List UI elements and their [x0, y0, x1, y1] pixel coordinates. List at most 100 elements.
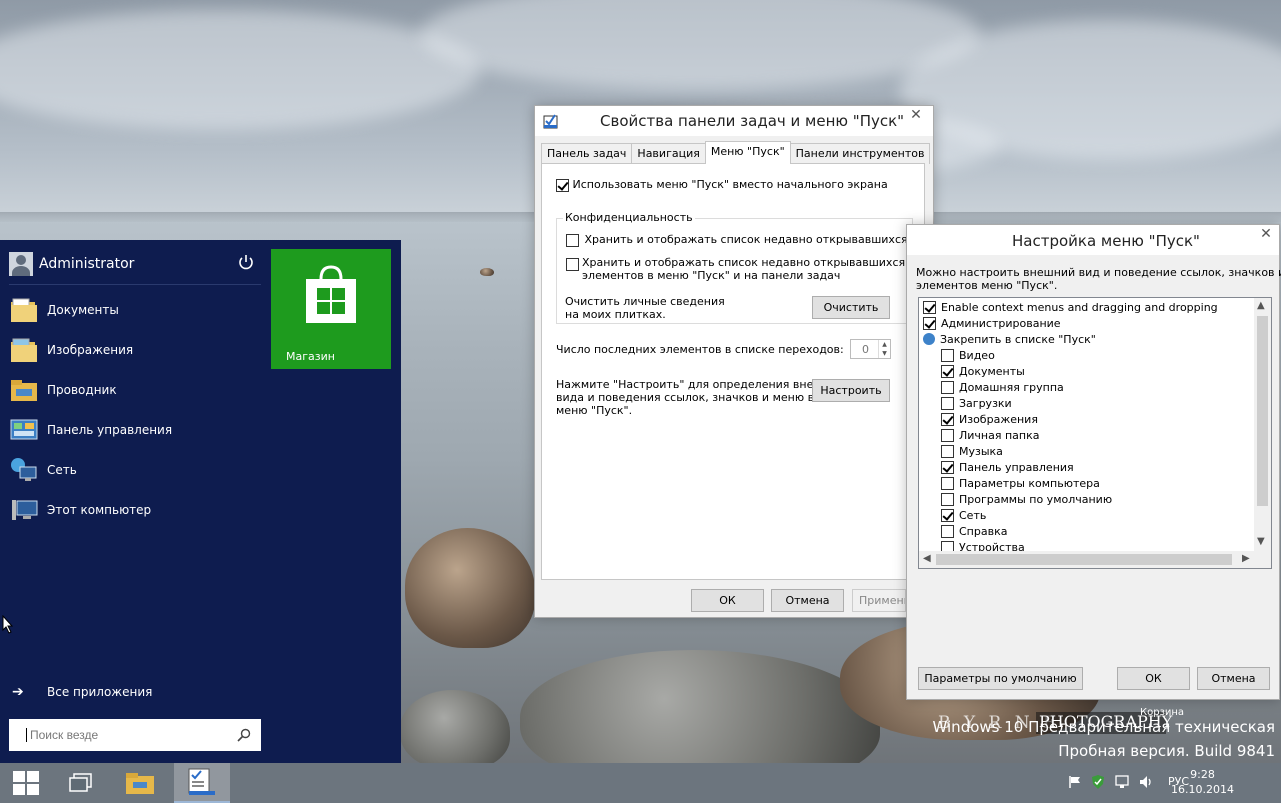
customize-list-checkbox[interactable]: [941, 508, 954, 522]
action-center-flag-icon[interactable]: [1068, 775, 1082, 789]
customize-list-item[interactable]: Enable context menus and dragging and dr…: [923, 299, 1218, 315]
apply-button[interactable]: Применить: [852, 589, 906, 612]
search-box[interactable]: [9, 719, 261, 751]
close-icon[interactable]: ✕: [1253, 225, 1279, 245]
use-start-menu-checkbox[interactable]: [556, 178, 569, 192]
store-tile[interactable]: Магазин: [271, 249, 391, 369]
customize-list-item[interactable]: Сеть: [941, 507, 986, 523]
control-panel-icon: [10, 419, 38, 440]
clock[interactable]: 9:28 16.10.2014: [1171, 767, 1234, 797]
horizontal-scrollbar[interactable]: ◀ ▶: [919, 551, 1271, 568]
start-item-pictures[interactable]: Изображения: [9, 330, 261, 370]
start-item-control-panel[interactable]: Панель управления: [9, 410, 261, 450]
user-account[interactable]: Administrator: [9, 249, 261, 279]
tab-navigation[interactable]: Навигация: [631, 143, 706, 164]
customize-list-item[interactable]: Справка: [941, 523, 1007, 539]
tab-taskbar[interactable]: Панель задач: [541, 143, 633, 164]
start-item-explorer[interactable]: Проводник: [9, 370, 261, 410]
customize-list-checkbox[interactable]: [941, 364, 954, 378]
start-item-label: Сеть: [47, 463, 77, 477]
vertical-scroll-thumb[interactable]: [1257, 316, 1268, 506]
customize-list-item[interactable]: Администрирование: [923, 315, 1061, 331]
customize-list-item[interactable]: Личная папка: [941, 427, 1039, 443]
ok-button[interactable]: ОК: [691, 589, 764, 612]
start-item-this-pc[interactable]: Этот компьютер: [9, 490, 261, 530]
search-input[interactable]: [26, 728, 226, 742]
horizontal-scroll-thumb[interactable]: [936, 554, 1232, 565]
customize-list-item[interactable]: Изображения: [941, 411, 1038, 427]
customize-list-label: Справка: [959, 524, 1008, 538]
customize-list-checkbox[interactable]: [923, 316, 936, 330]
customize-list-label: Параметры компьютера: [959, 476, 1100, 490]
ok-button[interactable]: ОК: [1117, 667, 1190, 690]
customize-list-checkbox[interactable]: [923, 300, 936, 314]
privacy-option-1[interactable]: Хранить и отображать список недавно откр…: [566, 233, 908, 247]
customize-button[interactable]: Настроить: [812, 379, 890, 402]
privacy-option-2-checkbox[interactable]: [566, 257, 579, 271]
task-view-button[interactable]: [52, 763, 108, 803]
cancel-button[interactable]: Отмена: [771, 589, 844, 612]
customize-list-checkbox[interactable]: [941, 396, 954, 410]
customize-options-list[interactable]: Enable context menus and dragging and dr…: [918, 297, 1272, 569]
customize-list-item[interactable]: Видео: [941, 347, 995, 363]
customize-list-label: Программы по умолчанию: [959, 492, 1113, 506]
customize-list-checkbox[interactable]: [941, 476, 954, 490]
clear-button[interactable]: Очистить: [812, 296, 890, 319]
customize-list-label: Домашняя группа: [959, 380, 1064, 394]
scroll-left-icon[interactable]: ◀: [923, 553, 931, 564]
spinner-arrows-icon[interactable]: ▲ ▼: [878, 340, 890, 358]
customize-list-checkbox[interactable]: [941, 444, 954, 458]
privacy-option-2[interactable]: [566, 257, 579, 271]
start-item-network[interactable]: Сеть: [9, 450, 261, 490]
customize-list-checkbox[interactable]: [941, 460, 954, 474]
customize-list-item[interactable]: Документы: [941, 363, 1025, 379]
start-item-documents[interactable]: Документы: [9, 290, 261, 330]
file-explorer-taskbar-button[interactable]: [112, 763, 168, 803]
customize-list-checkbox[interactable]: [941, 412, 954, 426]
search-icon[interactable]: [237, 728, 251, 742]
tab-start-menu[interactable]: Меню "Пуск": [704, 141, 791, 164]
start-button[interactable]: [0, 763, 52, 803]
pictures-folder-icon: [11, 338, 37, 362]
network-tray-icon[interactable]: [1114, 774, 1130, 790]
customize-list-item[interactable]: Музыка: [941, 443, 1003, 459]
scroll-right-icon[interactable]: ▶: [1242, 553, 1250, 564]
power-icon[interactable]: [237, 253, 255, 271]
customize-list-checkbox[interactable]: [941, 380, 954, 394]
vertical-scrollbar[interactable]: ▲ ▼: [1254, 298, 1271, 552]
customize-list-checkbox[interactable]: [941, 428, 954, 442]
clock-date: 16.10.2014: [1171, 783, 1234, 796]
customize-list-checkbox[interactable]: [941, 524, 954, 538]
dialog-title: Свойства панели задач и меню "Пуск": [600, 112, 905, 130]
customize-list-checkbox[interactable]: [941, 492, 954, 506]
customize-list-item[interactable]: Закрепить в списке "Пуск": [923, 331, 1096, 347]
scroll-up-icon[interactable]: ▲: [1257, 300, 1265, 311]
customize-list-label: Администрирование: [941, 316, 1061, 330]
customize-list-item[interactable]: Панель управления: [941, 459, 1074, 475]
taskbar-properties-taskbar-button[interactable]: [174, 763, 230, 803]
privacy-option-1-label: Хранить и отображать список недавно откр…: [584, 233, 908, 246]
all-apps-button[interactable]: ➔ Все приложения: [12, 684, 152, 700]
volume-icon[interactable]: [1138, 774, 1154, 790]
customize-list-label: Загрузки: [959, 396, 1012, 410]
use-start-menu-option[interactable]: Использовать меню "Пуск" вместо начально…: [556, 178, 888, 192]
build-watermark-line2: Пробная версия. Build 9841: [1058, 742, 1275, 760]
customize-list-label: Видео: [959, 348, 995, 362]
scroll-down-icon[interactable]: ▼: [1257, 536, 1265, 547]
jump-list-spinner[interactable]: 0 ▲ ▼: [850, 339, 891, 359]
privacy-option-1-checkbox[interactable]: [566, 233, 579, 247]
recycle-bin-label[interactable]: Корзина: [1140, 707, 1184, 718]
security-shield-icon[interactable]: [1090, 774, 1106, 790]
customize-text-3: меню "Пуск".: [556, 404, 633, 417]
defaults-button[interactable]: Параметры по умолчанию: [918, 667, 1083, 690]
tab-toolbars[interactable]: Панели инструментов: [789, 143, 931, 164]
customize-text-1: Нажмите "Настроить" для определения внеш…: [556, 378, 850, 391]
customize-list-item[interactable]: Программы по умолчанию: [941, 491, 1112, 507]
close-icon[interactable]: ✕: [903, 106, 929, 126]
customize-list-checkbox[interactable]: [941, 348, 954, 362]
jump-list-label: Число последних элементов в списке перех…: [556, 343, 844, 356]
customize-list-item[interactable]: Параметры компьютера: [941, 475, 1100, 491]
customize-list-item[interactable]: Загрузки: [941, 395, 1012, 411]
cancel-button[interactable]: Отмена: [1197, 667, 1270, 690]
customize-list-item[interactable]: Домашняя группа: [941, 379, 1064, 395]
